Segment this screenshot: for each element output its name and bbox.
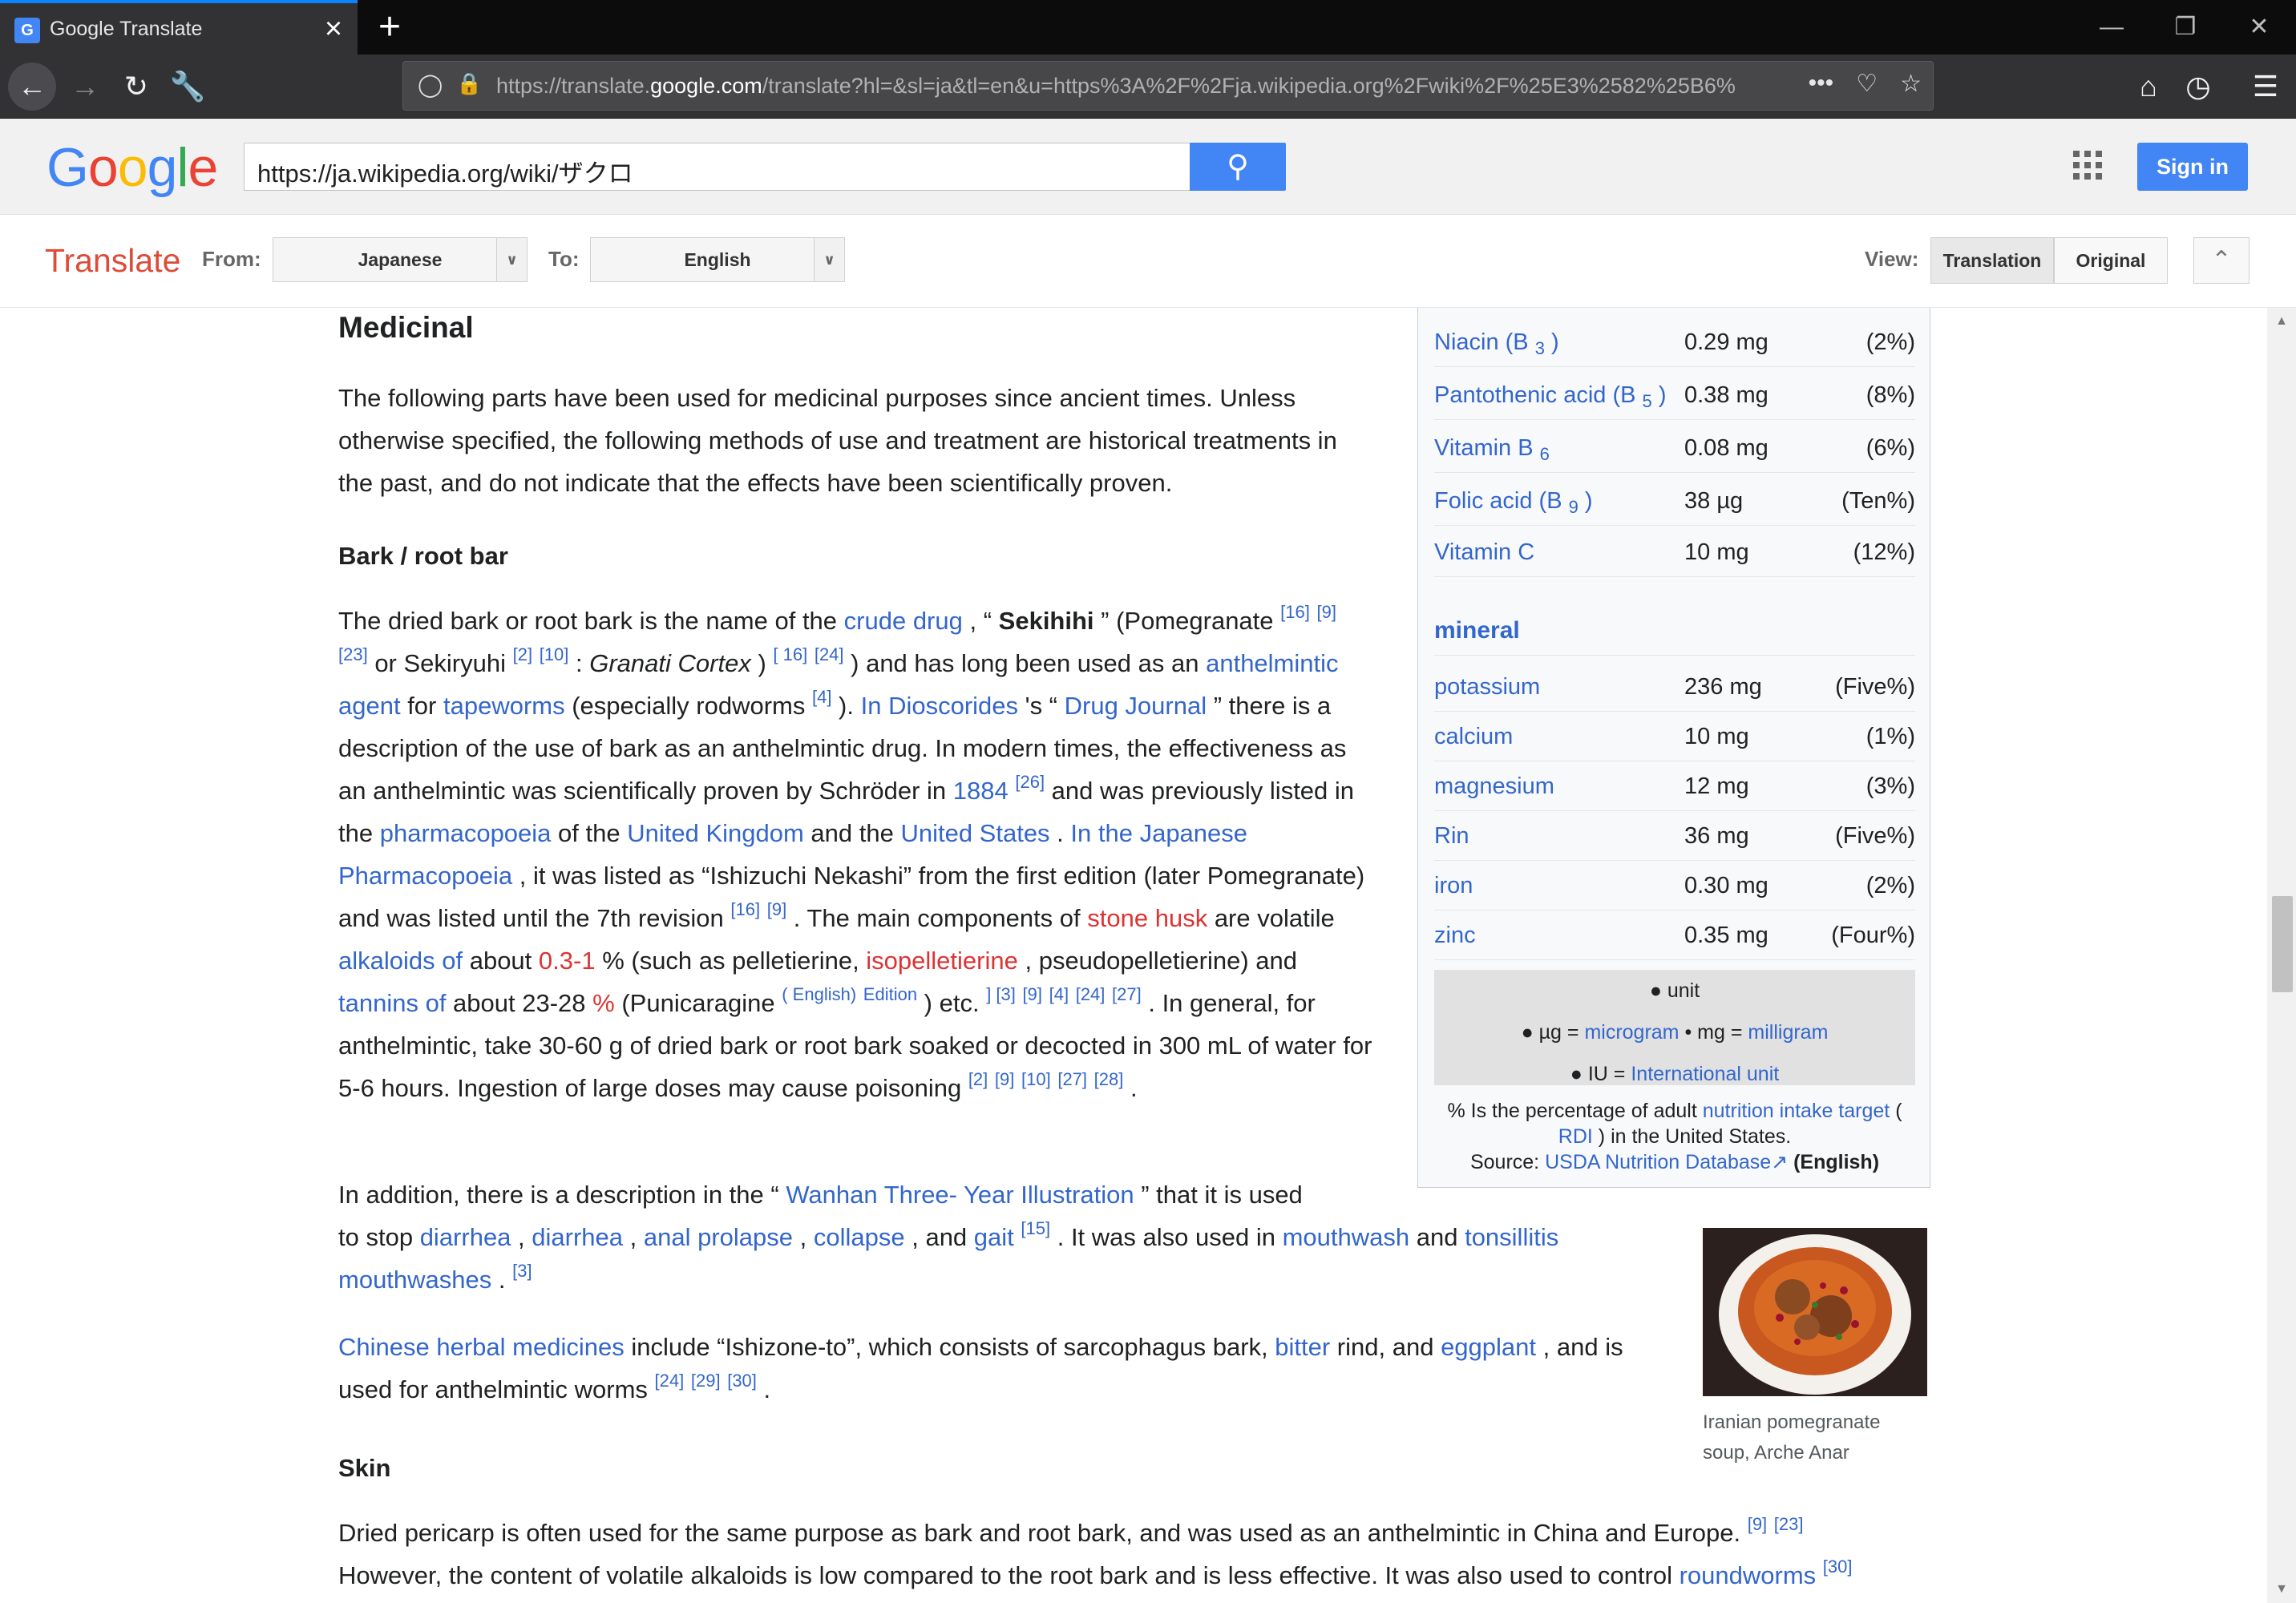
nutrition-infobox: Niacin (B 3 ) 0.29 mg (2%) Pantothenic aci… [1417,308,1930,1188]
view-original-button[interactable]: Original [2054,237,2168,284]
view-translation-button[interactable]: Translation [1930,237,2054,284]
new-tab-button[interactable]: + [370,6,409,48]
to-label: To: [548,247,580,271]
translate-bar: Translate From: Japanese ∨ To: English ∨ V… [0,215,2296,308]
image-caption: Iranian pomegranate soup, Arche Anar [1703,1411,1881,1464]
infobox-row: Vitamin B 6 0.08 mg (6%) [1434,423,1915,473]
apps-grid-icon[interactable] [2073,151,2102,180]
heading-medicinal: Medicinal [338,311,474,344]
infobox-row: Rin 36 mg (Five%) [1434,811,1915,861]
infobox-row: potassium 236 mg (Five%) [1434,662,1915,712]
google-header: Google https://ja.wikipedia.org/wiki/ザクロ… [0,119,2296,215]
collapse-chevron-up-icon[interactable]: ⌃ [2193,237,2250,284]
history-clock-icon[interactable]: ◷ [2174,63,2222,111]
translated-page: Medicinal The following parts have been … [0,308,2296,1603]
home-icon[interactable]: ⌂ [2124,63,2173,111]
window-close-icon[interactable]: ✕ [2222,0,2296,55]
paragraph-bark: The dried bark or root bark is the name … [338,602,1372,1103]
view-label: View: [1865,247,1919,271]
infobox-row: magnesium 12 mg (3%) [1434,761,1915,811]
tab-bar: G Google Translate × + — ❐ ✕ [0,0,2296,55]
shield-icon[interactable]: ◯ [418,71,443,98]
infobox-row: calcium 10 mg (1%) [1434,712,1915,761]
restore-icon[interactable]: ❐ [2148,0,2222,55]
chevron-down-icon: ∨ [814,238,844,281]
link-crude-drug[interactable]: crude drug [844,607,963,635]
lock-icon[interactable]: 🔒 [456,71,482,96]
tab-title: Google Translate [50,18,203,40]
sign-in-button[interactable]: Sign in [2137,143,2248,191]
scroll-down-icon[interactable]: ▼ [2267,1582,2296,1597]
heading-bark: Bark / root bar [338,542,508,570]
infobox-mineral-header: mineral [1434,606,1915,656]
scroll-up-icon[interactable]: ▲ [2267,314,2296,329]
navigation-toolbar: ← → ↻ 🔧 ◯ 🔒 https://translate.google.com… [0,55,2296,119]
pomegranate-soup-image[interactable] [1703,1228,1927,1396]
wrench-icon[interactable]: 🔧 [164,63,212,111]
paragraph-chinese-herbal: Chinese herbal medicines include “Ishizo… [338,1333,1623,1403]
infobox-row: iron 0.30 mg (2%) [1434,861,1915,911]
search-input[interactable]: https://ja.wikipedia.org/wiki/ザクロ [244,143,1191,191]
infobox-row: Niacin (B 3 ) 0.29 mg (2%) [1434,317,1915,367]
infobox-row: zinc 0.35 mg (Four%) [1434,911,1915,960]
units-legend: ● unit ● µg = microgram • mg = milligram… [1434,970,1915,1085]
reload-icon[interactable]: ↻ [112,63,160,111]
search-button[interactable]: ⚲ [1190,143,1286,191]
google-translate-icon: G [14,18,40,43]
url-text[interactable]: https://translate.google.com/translate?h… [496,74,1747,99]
address-bar[interactable]: ◯ 🔒 https://translate.google.com/transla… [402,61,1934,111]
search-icon: ⚲ [1227,150,1249,184]
menu-hamburger-icon[interactable]: ☰ [2241,63,2290,111]
link-tapeworms[interactable]: tapeworms [443,692,565,720]
forward-arrow-icon[interactable]: → [61,63,109,111]
to-language-select[interactable]: English ∨ [590,237,845,282]
from-label: From: [202,247,261,271]
page-actions-icon[interactable]: ••• [1809,70,1834,98]
browser-tab[interactable]: G Google Translate × [0,0,358,55]
paragraph-wanhan: In addition, there is a description in t… [338,1181,1559,1294]
from-language-select[interactable]: Japanese ∨ [273,237,528,282]
chevron-down-icon: ∨ [496,238,527,281]
scrollbar-thumb[interactable] [2272,896,2293,992]
google-logo[interactable]: Google [46,136,218,199]
minimize-icon[interactable]: — [2075,0,2148,55]
tab-close-icon[interactable]: × [317,11,350,46]
heading-skin: Skin [338,1454,391,1482]
infobox-row: Vitamin C 10 mg (12%) [1434,527,1915,577]
pocket-icon[interactable]: ♡ [1856,70,1878,98]
infobox-footnote: % Is the percentage of adult nutrition i… [1447,1100,1902,1173]
infobox-row: Pantothenic acid (B 5 ) 0.38 mg (8%) [1434,370,1915,420]
translate-title: Translate [45,242,181,279]
infobox-row: Folic acid (B 9 ) 38 µg (Ten%) [1434,476,1915,526]
bookmark-star-icon[interactable]: ☆ [1900,70,1922,98]
paragraph-intro: The following parts have been used for m… [338,384,1337,497]
paragraph-skin: Dried pericarp is often used for the sam… [338,1514,1853,1590]
window-controls: — ❐ ✕ [2075,0,2296,55]
external-link-icon: ↗ [1771,1151,1789,1173]
back-arrow-icon[interactable]: ← [8,63,56,111]
